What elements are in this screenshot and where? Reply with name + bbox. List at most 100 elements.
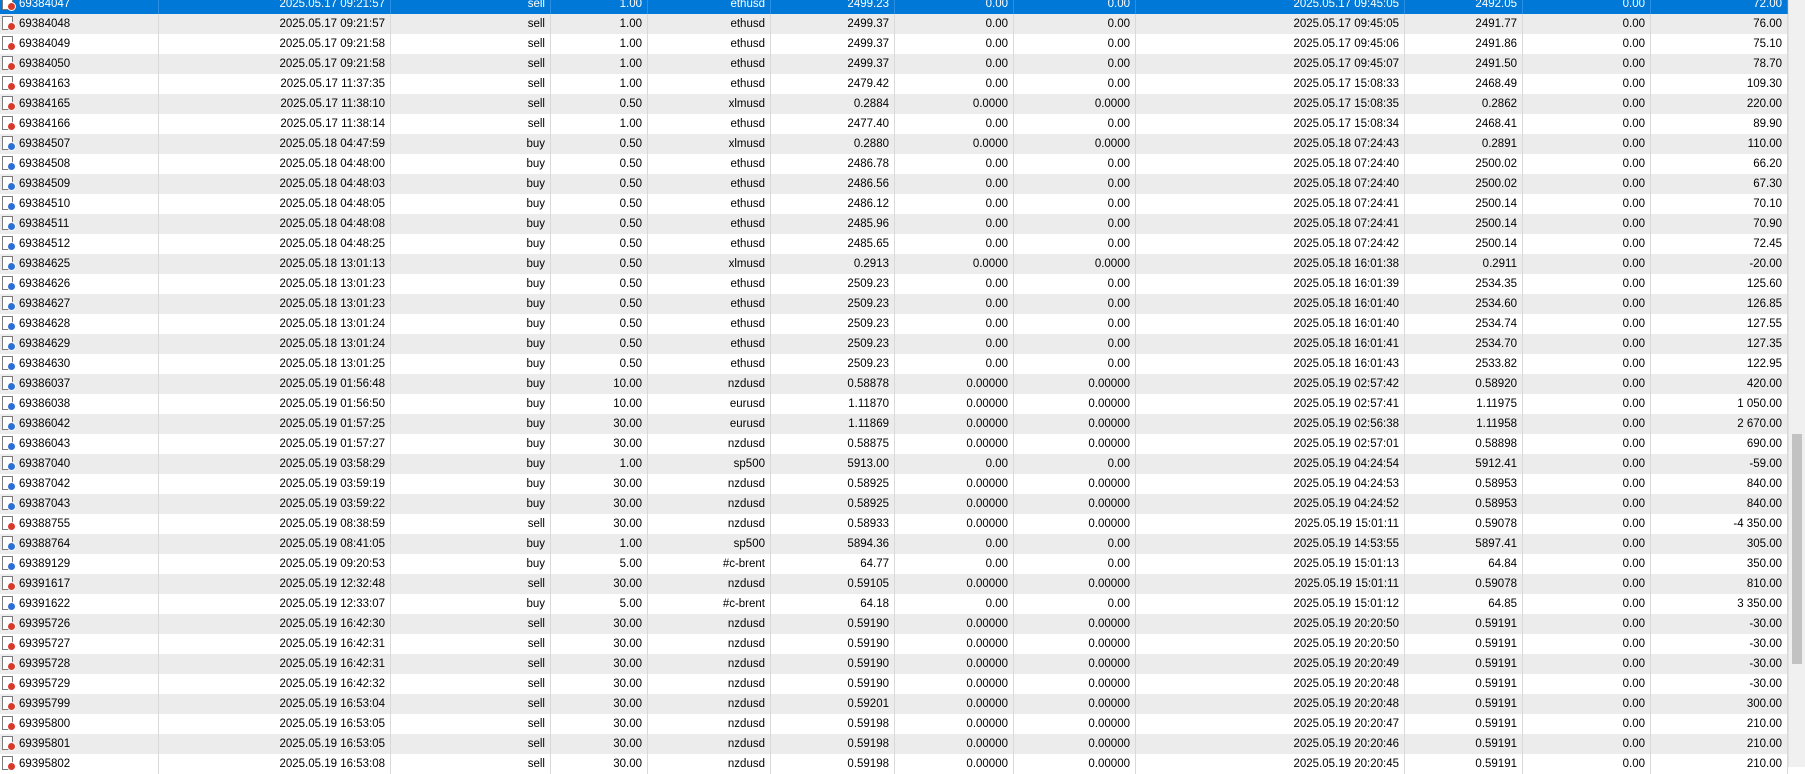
symbol-cell: nzdusd [648, 714, 771, 734]
table-row[interactable]: 69384507 2025.05.18 04:47:59 buy 0.50 xlmusd… [0, 134, 1788, 154]
table-row[interactable]: 69384508 2025.05.18 04:48:00 buy 0.50 ethusd… [0, 154, 1788, 174]
close-price-cell: 2534.74 [1405, 314, 1523, 334]
ticket-number: 69384510 [19, 198, 71, 210]
table-row[interactable]: 69384050 2025.05.17 09:21:58 sell 1.00 ethus… [0, 54, 1788, 74]
table-row[interactable]: 69388755 2025.05.19 08:38:59 sell 30.00 nzdu… [0, 514, 1788, 534]
buy-order-icon [2, 336, 16, 351]
profit-cell: 300.00 [1651, 694, 1788, 714]
stop-loss-cell: 0.00 [895, 114, 1014, 134]
vertical-scrollbar[interactable] [1788, 0, 1805, 767]
commission-cell: 0.00 [1523, 174, 1651, 194]
table-row[interactable]: 69384629 2025.05.18 13:01:24 buy 0.50 ethusd… [0, 334, 1788, 354]
table-row[interactable]: 69387043 2025.05.19 03:59:22 buy 30.00 nzdus… [0, 494, 1788, 514]
volume-cell: 30.00 [551, 414, 648, 434]
type-cell: buy [391, 474, 551, 494]
ticket-cell: 69391622 [0, 594, 159, 614]
table-row[interactable]: 69384509 2025.05.18 04:48:03 buy 0.50 ethusd… [0, 174, 1788, 194]
open-price-cell: 2499.37 [771, 14, 895, 34]
stop-loss-cell: 0.00000 [895, 514, 1014, 534]
table-row[interactable]: 69395801 2025.05.19 16:53:05 sell 30.00 nzdu… [0, 734, 1788, 754]
table-row[interactable]: 69391617 2025.05.19 12:32:48 sell 30.00 nzdu… [0, 574, 1788, 594]
open-time-cell: 2025.05.19 12:32:48 [159, 574, 391, 594]
ticket-number: 69384626 [19, 278, 71, 290]
table-row[interactable]: 69395728 2025.05.19 16:42:31 sell 30.00 nzdu… [0, 654, 1788, 674]
table-row[interactable]: 69395726 2025.05.19 16:42:30 sell 30.00 nzdu… [0, 614, 1788, 634]
open-price-cell: 0.58925 [771, 474, 895, 494]
ticket-cell: 69395729 [0, 674, 159, 694]
close-price-cell: 0.59191 [1405, 634, 1523, 654]
volume-cell: 1.00 [551, 0, 648, 14]
ticket-cell: 69395727 [0, 634, 159, 654]
table-row[interactable]: 69384510 2025.05.18 04:48:05 buy 0.50 ethusd… [0, 194, 1788, 214]
open-time-cell: 2025.05.19 16:53:08 [159, 754, 391, 774]
table-row[interactable]: 69384163 2025.05.17 11:37:35 sell 1.00 ethus… [0, 74, 1788, 94]
volume-cell: 30.00 [551, 754, 648, 774]
ticket-cell: 69395802 [0, 754, 159, 774]
ticket-number: 69387043 [19, 498, 71, 510]
volume-cell: 0.50 [551, 154, 648, 174]
open-time-cell: 2025.05.19 16:42:30 [159, 614, 391, 634]
take-profit-cell: 0.0000 [1014, 254, 1136, 274]
close-price-cell: 0.59191 [1405, 734, 1523, 754]
open-time-cell: 2025.05.17 09:21:58 [159, 54, 391, 74]
table-row[interactable]: 69395727 2025.05.19 16:42:31 sell 30.00 nzdu… [0, 634, 1788, 654]
stop-loss-cell: 0.00000 [895, 574, 1014, 594]
table-row[interactable]: 69387040 2025.05.19 03:58:29 buy 1.00 sp500 5… [0, 454, 1788, 474]
table-row-selected[interactable]: 69384047 2025.05.17 09:21:57 sell 1.00 ethus… [0, 0, 1788, 14]
volume-cell: 0.50 [551, 274, 648, 294]
profit-cell: -30.00 [1651, 654, 1788, 674]
table-row[interactable]: 69384048 2025.05.17 09:21:57 sell 1.00 ethus… [0, 14, 1788, 34]
close-price-cell: 2491.77 [1405, 14, 1523, 34]
table-row[interactable]: 69384625 2025.05.18 13:01:13 buy 0.50 xlmusd… [0, 254, 1788, 274]
symbol-cell: xlmusd [648, 134, 771, 154]
table-row[interactable]: 69395729 2025.05.19 16:42:32 sell 30.00 nzdu… [0, 674, 1788, 694]
table-row[interactable]: 69384165 2025.05.17 11:38:10 sell 0.50 xlmus… [0, 94, 1788, 114]
table-row[interactable]: 69384511 2025.05.18 04:48:08 buy 0.50 ethusd… [0, 214, 1788, 234]
table-row[interactable]: 69384628 2025.05.18 13:01:24 buy 0.50 ethusd… [0, 314, 1788, 334]
table-row[interactable]: 69384049 2025.05.17 09:21:58 sell 1.00 ethus… [0, 34, 1788, 54]
open-price-cell: 1.11870 [771, 394, 895, 414]
profit-cell: -30.00 [1651, 634, 1788, 654]
table-row[interactable]: 69386037 2025.05.19 01:56:48 buy 10.00 nzdus… [0, 374, 1788, 394]
stop-loss-cell: 0.0000 [895, 134, 1014, 154]
ticket-cell: 69384163 [0, 74, 159, 94]
symbol-cell: nzdusd [648, 474, 771, 494]
table-row[interactable]: 69384630 2025.05.18 13:01:25 buy 0.50 ethusd… [0, 354, 1788, 374]
open-time-cell: 2025.05.17 11:38:14 [159, 114, 391, 134]
table-row[interactable]: 69384166 2025.05.17 11:38:14 sell 1.00 ethus… [0, 114, 1788, 134]
open-price-cell: 2477.40 [771, 114, 895, 134]
table-row[interactable]: 69395802 2025.05.19 16:53:08 sell 30.00 nzdu… [0, 754, 1788, 774]
stop-loss-cell: 0.00 [895, 54, 1014, 74]
table-row[interactable]: 69395800 2025.05.19 16:53:05 sell 30.00 nzdu… [0, 714, 1788, 734]
close-price-cell: 2500.14 [1405, 214, 1523, 234]
table-row[interactable]: 69386038 2025.05.19 01:56:50 buy 10.00 eurus… [0, 394, 1788, 414]
open-price-cell: 0.2880 [771, 134, 895, 154]
commission-cell: 0.00 [1523, 0, 1651, 14]
open-time-cell: 2025.05.19 16:53:04 [159, 694, 391, 714]
open-time-cell: 2025.05.19 08:38:59 [159, 514, 391, 534]
ticket-cell: 69384166 [0, 114, 159, 134]
close-price-cell: 0.59191 [1405, 714, 1523, 734]
open-price-cell: 2486.12 [771, 194, 895, 214]
close-price-cell: 2533.82 [1405, 354, 1523, 374]
table-row[interactable]: 69395799 2025.05.19 16:53:04 sell 30.00 nzdu… [0, 694, 1788, 714]
buy-order-icon [2, 436, 16, 451]
table-row[interactable]: 69391622 2025.05.19 12:33:07 buy 5.00 #c-bre… [0, 594, 1788, 614]
profit-cell: 125.60 [1651, 274, 1788, 294]
table-row[interactable]: 69387042 2025.05.19 03:59:19 buy 30.00 nzdus… [0, 474, 1788, 494]
stop-loss-cell: 0.00 [895, 294, 1014, 314]
table-row[interactable]: 69384627 2025.05.18 13:01:23 buy 0.50 ethusd… [0, 294, 1788, 314]
table-row[interactable]: 69389129 2025.05.19 09:20:53 buy 5.00 #c-bre… [0, 554, 1788, 574]
type-cell: buy [391, 374, 551, 394]
close-price-cell: 64.84 [1405, 554, 1523, 574]
close-price-cell: 0.59078 [1405, 574, 1523, 594]
open-time-cell: 2025.05.19 01:57:27 [159, 434, 391, 454]
table-row[interactable]: 69384626 2025.05.18 13:01:23 buy 0.50 ethusd… [0, 274, 1788, 294]
table-row[interactable]: 69388764 2025.05.19 08:41:05 buy 1.00 sp500 5… [0, 534, 1788, 554]
table-row[interactable]: 69386042 2025.05.19 01:57:25 buy 30.00 eurus… [0, 414, 1788, 434]
scrollbar-thumb[interactable] [1792, 434, 1802, 664]
table-row[interactable]: 69386043 2025.05.19 01:57:27 buy 30.00 nzdus… [0, 434, 1788, 454]
symbol-cell: ethusd [648, 294, 771, 314]
open-time-cell: 2025.05.18 04:48:00 [159, 154, 391, 174]
table-row[interactable]: 69384512 2025.05.18 04:48:25 buy 0.50 ethusd… [0, 234, 1788, 254]
